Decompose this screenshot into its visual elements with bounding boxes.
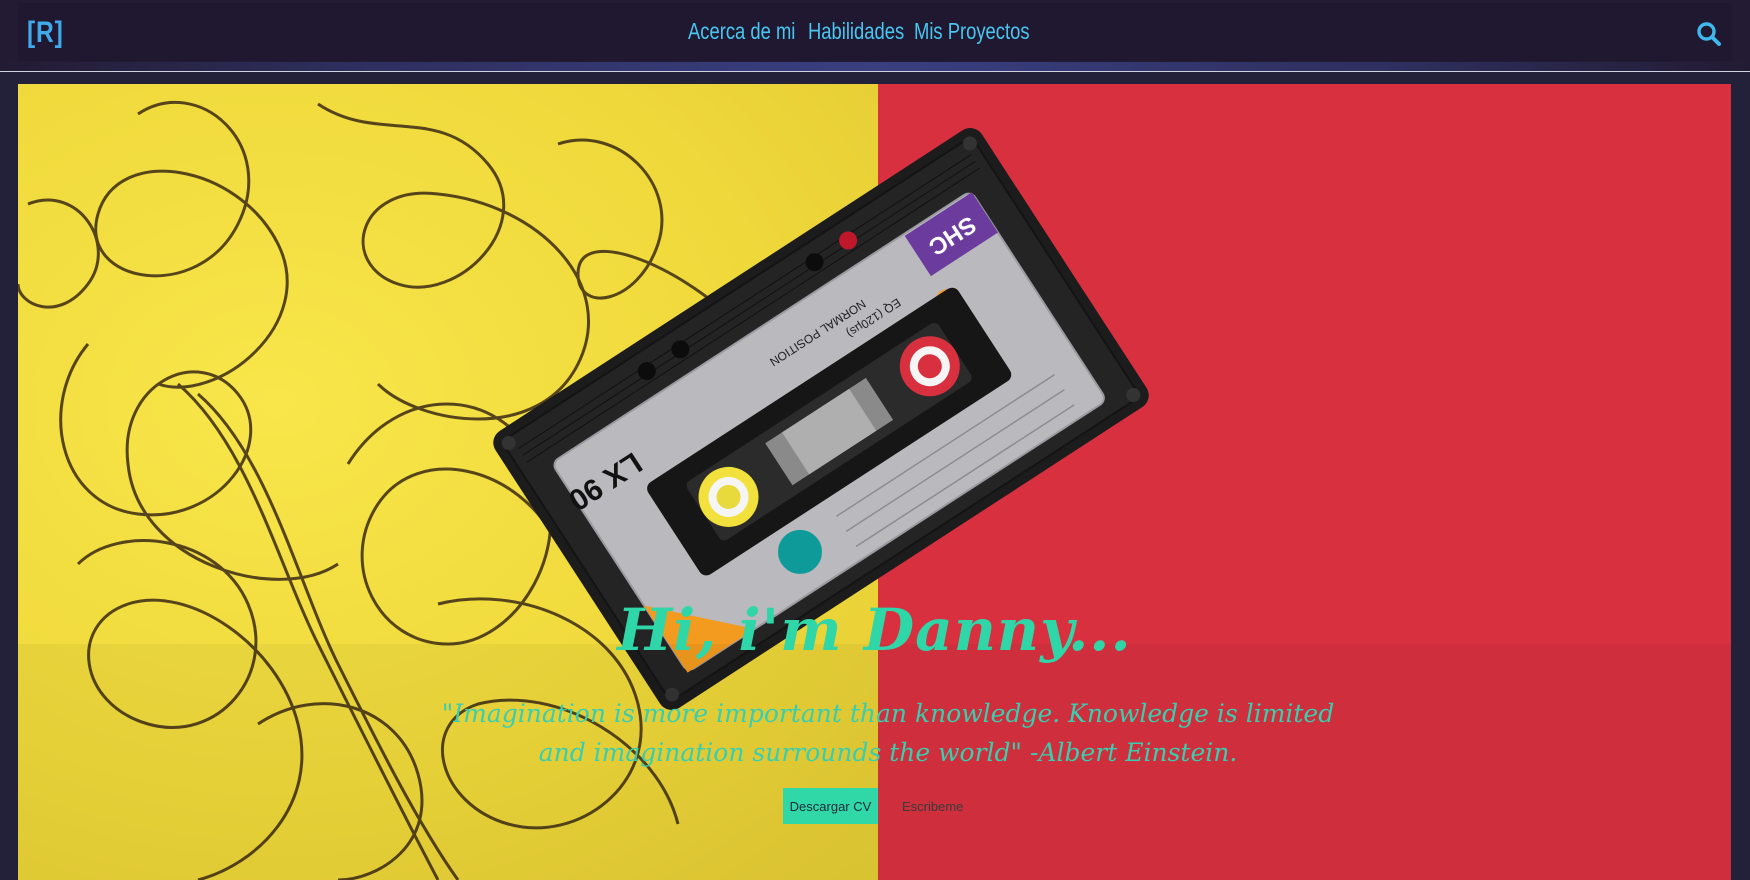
search-button[interactable] <box>1696 21 1722 47</box>
nav-link-skills[interactable]: Habilidades <box>808 18 904 45</box>
hero-title: Hi, i'm Danny... <box>617 596 1132 664</box>
hero-quote: "Imagination is more important than know… <box>441 699 1335 767</box>
brand-logo[interactable]: [R] <box>27 16 64 50</box>
navbar-divider <box>0 71 1750 72</box>
search-icon <box>1697 22 1721 46</box>
top-navbar: [R] Acerca de mi Habilidades Mis Proyect… <box>0 0 1750 72</box>
nav-link-about[interactable]: Acerca de mi <box>688 18 795 45</box>
hero-section: SHC NORMAL POSITION EQ (120µs) LX 90 Hi,… <box>18 84 1731 880</box>
write-me-button[interactable]: Escribeme <box>902 799 963 814</box>
main-nav: Acerca de mi Habilidades Mis Proyectos <box>688 18 1030 45</box>
nav-link-projects[interactable]: Mis Proyectos <box>914 18 1030 45</box>
download-cv-button[interactable]: Descargar CV <box>783 788 878 824</box>
hero-actions: Descargar CV Escribeme <box>783 788 963 824</box>
